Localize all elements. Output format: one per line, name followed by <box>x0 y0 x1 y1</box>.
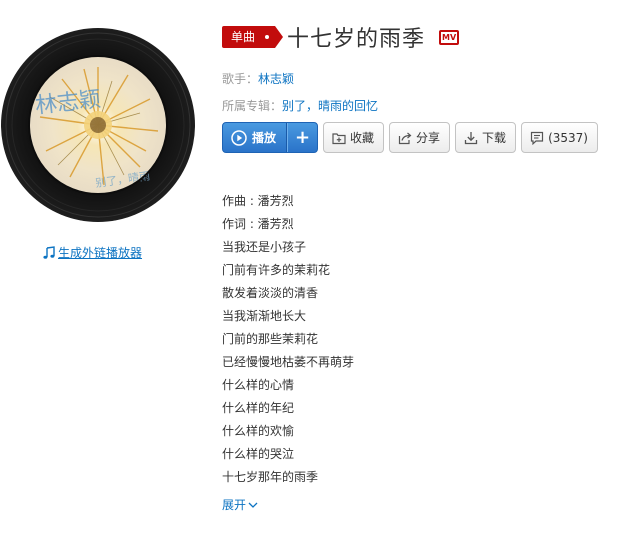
collect-label: 收藏 <box>350 131 375 145</box>
comments-button[interactable]: (3537) <box>521 122 598 153</box>
album-label: 所属专辑： <box>222 99 283 113</box>
chevron-down-icon <box>248 502 258 508</box>
expand-lyrics-link[interactable]: 展开 <box>222 496 258 513</box>
album-link[interactable]: 别了，晴雨的回忆 <box>282 99 378 113</box>
mv-label: MV <box>442 32 457 42</box>
mv-icon[interactable]: MV <box>439 29 460 45</box>
lyric-line: 作曲 : 潘芳烈 <box>222 194 294 208</box>
lyric-line: 什么样的年纪 <box>222 401 295 415</box>
play-icon <box>231 129 247 146</box>
lyric-line: 当我还是小孩子 <box>222 240 307 254</box>
song-page: 林志颖 别了，晴雨 生成外链播放器 单曲 十七岁的雨季 MV 歌手：林志颖 所属… <box>0 0 629 538</box>
ext-player-label: 生成外链播放器 <box>58 246 143 260</box>
singer-label: 歌手： <box>222 72 259 86</box>
singer-row: 歌手：林志颖 <box>222 70 294 87</box>
play-button-group: 播放 + <box>222 122 319 153</box>
badge-dot-icon <box>265 35 270 39</box>
lyric-line: 散发着淡淡的清香 <box>222 286 319 300</box>
share-label: 分享 <box>416 131 441 145</box>
generate-external-player-link[interactable]: 生成外链播放器 <box>42 244 142 261</box>
lyric-line: 什么样的心情 <box>222 378 295 392</box>
share-button[interactable]: 分享 <box>389 122 451 153</box>
collect-button[interactable]: 收藏 <box>323 122 385 153</box>
album-row: 所属专辑：别了，晴雨的回忆 <box>222 97 378 114</box>
lyric-line: 门前的那些茉莉花 <box>222 332 319 346</box>
lyric-line: 当我渐渐地长大 <box>222 309 307 323</box>
lyric-line: 什么样的欢愉 <box>222 424 295 438</box>
action-bar: 播放 + 收藏 分享 下载 (3537) <box>222 122 598 153</box>
download-label: 下载 <box>482 131 507 145</box>
lyric-line: 已经慢慢地枯萎不再萌芽 <box>222 355 355 369</box>
single-badge-label: 单曲 <box>231 30 256 44</box>
play-button[interactable]: 播放 <box>223 123 288 152</box>
comments-count: (3537) <box>548 130 588 145</box>
play-label: 播放 <box>252 131 277 145</box>
album-cover-vinyl: 林志颖 别了，晴雨 <box>0 27 196 223</box>
singer-link[interactable]: 林志颖 <box>258 72 294 86</box>
song-title-row: 单曲 十七岁的雨季 MV <box>222 22 460 52</box>
expand-label: 展开 <box>222 498 247 512</box>
comment-icon <box>530 131 544 145</box>
folder-add-icon <box>332 132 346 144</box>
share-icon <box>398 132 412 144</box>
lyrics-block: 作曲 : 潘芳烈 作词 : 潘芳烈 当我还是小孩子 门前有许多的茉莉花 散发着淡… <box>222 190 354 489</box>
song-title: 十七岁的雨季 <box>287 27 426 52</box>
add-to-playlist-button[interactable]: + <box>287 123 317 152</box>
lyric-line: 十七岁那年的雨季 <box>222 470 319 484</box>
lyric-line: 门前有许多的茉莉花 <box>222 263 331 277</box>
single-badge: 单曲 <box>222 26 284 48</box>
download-icon <box>464 131 478 144</box>
download-button[interactable]: 下载 <box>455 122 517 153</box>
lyric-line: 作词 : 潘芳烈 <box>222 217 294 231</box>
lyric-line: 什么样的哭泣 <box>222 447 295 461</box>
music-note-icon <box>43 245 55 259</box>
